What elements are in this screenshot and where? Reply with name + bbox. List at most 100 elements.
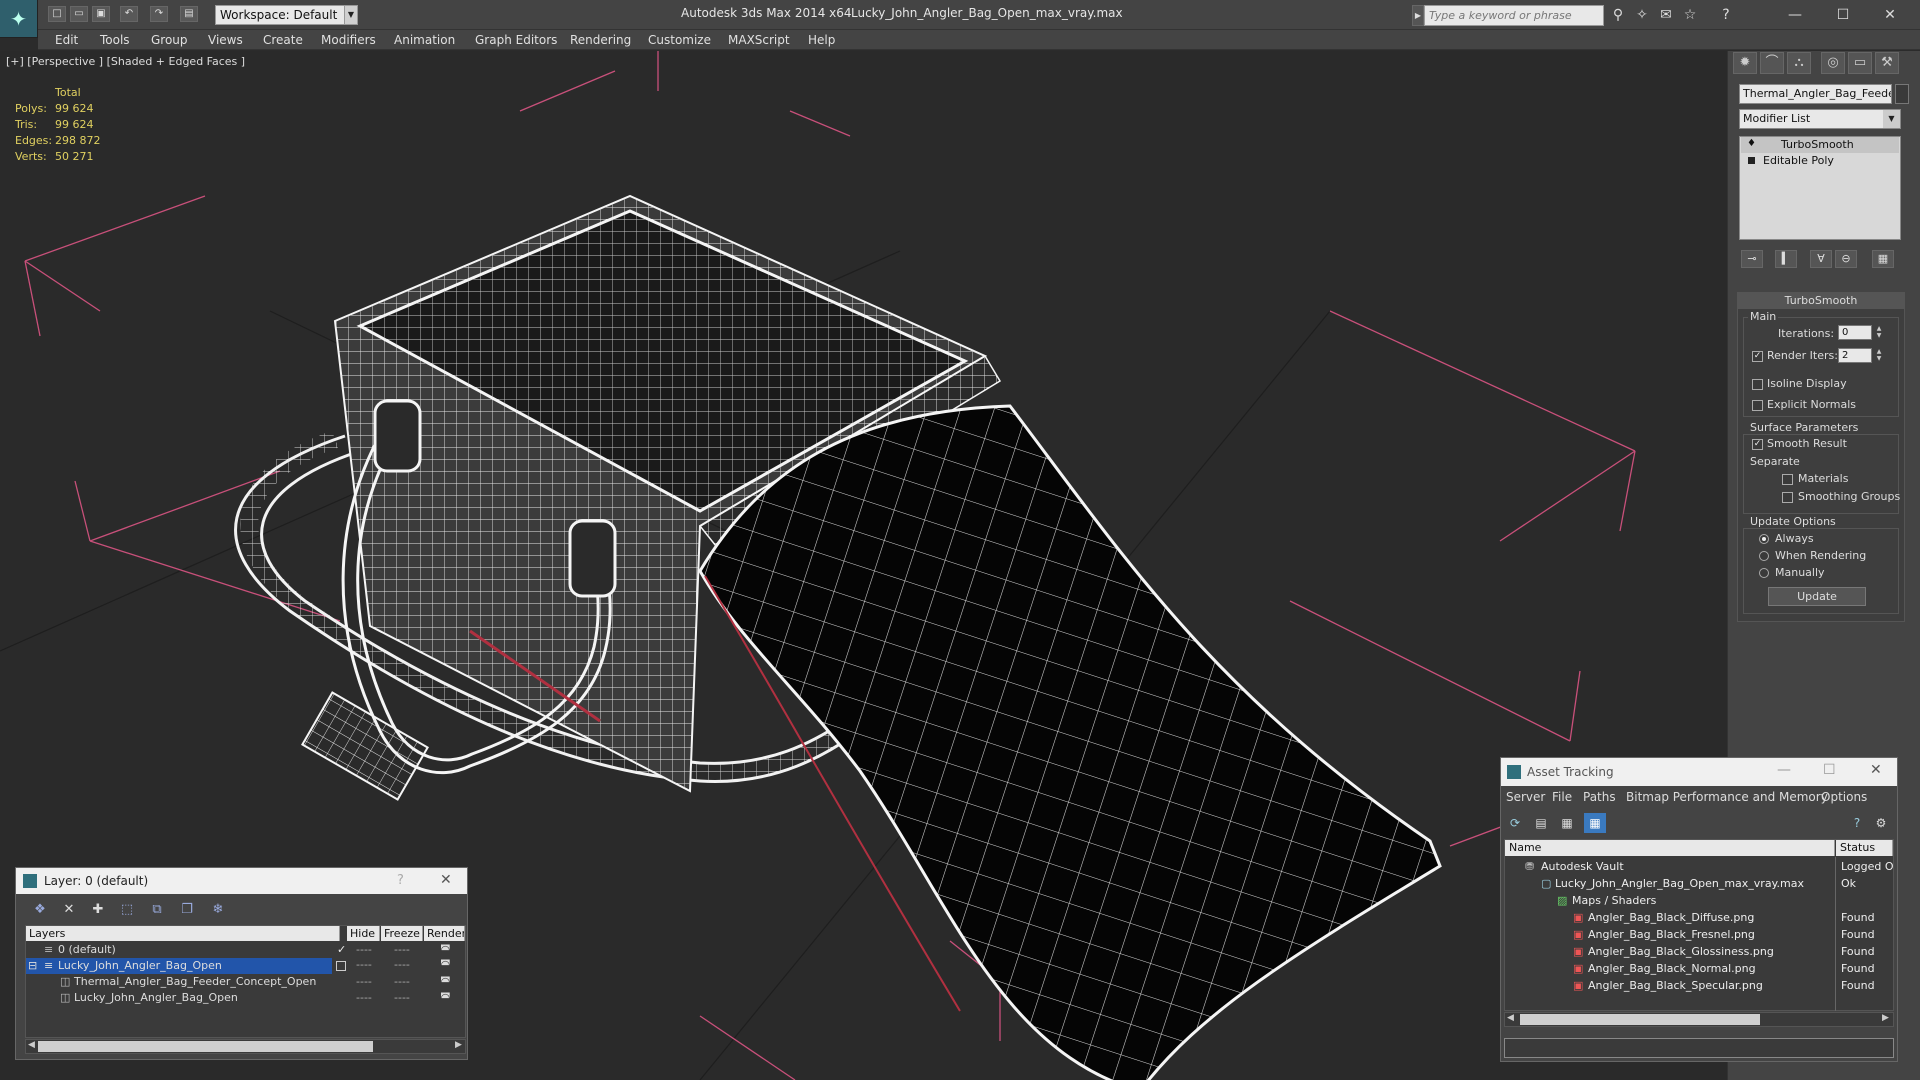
iterations-spinner-arrows-icon[interactable]: ▲ ▼ xyxy=(1875,325,1883,340)
asset-settings-icon[interactable]: ⚙ xyxy=(1870,813,1892,833)
open-file-icon[interactable]: ▭ xyxy=(70,6,88,22)
hide-all-layers-icon[interactable]: ❐ xyxy=(175,900,199,920)
communication-icon[interactable]: ✉ xyxy=(1656,6,1676,24)
favorites-star-icon[interactable]: ☆ xyxy=(1680,6,1700,24)
layer-dialog-close-icon[interactable]: ✕ xyxy=(440,872,456,888)
smoothing-groups-checkbox[interactable] xyxy=(1782,492,1793,503)
menu-modifiers[interactable]: Modifiers xyxy=(321,31,376,49)
asset-menu-paths[interactable]: Paths xyxy=(1583,789,1616,805)
scroll-left-icon[interactable]: ◀ xyxy=(1507,1013,1514,1023)
expand-icon[interactable] xyxy=(1748,157,1755,164)
list-view-icon[interactable]: ▤ xyxy=(1530,813,1552,833)
asset-menu-server[interactable]: Server xyxy=(1506,789,1545,805)
materials-checkbox[interactable] xyxy=(1782,474,1793,485)
column-freeze[interactable]: Freeze xyxy=(381,926,423,941)
motion-tab-icon[interactable]: ◎ xyxy=(1821,52,1845,74)
iterations-spinner[interactable]: 0 xyxy=(1838,325,1872,340)
render-iters-spinner-arrows-icon[interactable]: ▲ ▼ xyxy=(1875,348,1883,363)
maximize-icon[interactable]: ☐ xyxy=(1823,4,1863,26)
menu-edit[interactable]: Edit xyxy=(55,31,78,49)
delete-layer-icon[interactable]: ✕ xyxy=(57,900,81,920)
subscription-icon[interactable]: ✧ xyxy=(1632,6,1652,24)
lightbulb-icon[interactable]: ♦ xyxy=(1747,138,1757,150)
show-end-result-icon[interactable]: ▍ xyxy=(1775,250,1797,268)
select-in-layer-icon[interactable]: ⬚ xyxy=(115,900,139,920)
asset-scroll-thumb[interactable] xyxy=(1520,1014,1760,1025)
asset-menu-bitmap-performance[interactable]: Bitmap Performance and Memory xyxy=(1626,789,1828,805)
render-teapot-icon[interactable]: ◚ xyxy=(440,990,451,1006)
table-row[interactable]: ≡ 0 (default) ✓ ---- ---- ◚ xyxy=(26,942,465,958)
menu-graph-editors[interactable]: Graph Editors xyxy=(475,31,557,49)
asset-path-field[interactable] xyxy=(1504,1038,1894,1058)
smooth-result-checkbox[interactable]: ✓ xyxy=(1752,439,1763,450)
search-input[interactable]: Type a keyword or phrase xyxy=(1424,5,1604,26)
hierarchy-tab-icon[interactable]: ⛬ xyxy=(1787,52,1811,74)
stack-item-editable-poly[interactable]: Editable Poly xyxy=(1741,153,1899,169)
freeze-toggle[interactable]: ---- xyxy=(394,990,410,1006)
object-name-field[interactable]: Thermal_Angler_Bag_Feeder_Concept_Open xyxy=(1739,84,1892,104)
save-file-icon[interactable]: ▣ xyxy=(92,6,110,22)
column-hide[interactable]: Hide xyxy=(347,926,380,941)
isoline-display-checkbox[interactable] xyxy=(1752,379,1763,390)
stack-item-turbosmooth[interactable]: TurboSmooth xyxy=(1741,137,1899,153)
freeze-toggle[interactable]: ---- xyxy=(394,974,410,990)
menu-rendering[interactable]: Rendering xyxy=(570,31,631,49)
column-layers[interactable]: Layers xyxy=(26,926,340,941)
new-layer-icon[interactable]: ❖ xyxy=(28,900,52,920)
modifier-list-dropdown-icon[interactable]: ▼ xyxy=(1883,110,1900,128)
table-row[interactable]: ◫ Thermal_Angler_Bag_Feeder_Concept_Open… xyxy=(26,974,465,990)
modify-tab-icon[interactable]: ⌒ xyxy=(1760,52,1784,74)
add-to-layer-icon[interactable]: ✚ xyxy=(86,900,110,920)
asset-menu-options[interactable]: Options xyxy=(1821,789,1867,805)
modifier-list-dropdown[interactable]: Modifier List xyxy=(1739,109,1901,129)
menu-maxscript[interactable]: MAXScript xyxy=(728,31,790,49)
object-color-swatch[interactable] xyxy=(1895,84,1909,104)
scroll-right-icon[interactable]: ▶ xyxy=(455,1040,462,1050)
app-logo-icon[interactable]: ✦ xyxy=(0,0,38,38)
menu-help[interactable]: Help xyxy=(808,31,835,49)
render-iters-checkbox[interactable]: ✓ xyxy=(1752,351,1763,362)
highlight-layer-icon[interactable]: ⧉ xyxy=(145,900,169,920)
freeze-toggle[interactable]: ---- xyxy=(394,942,410,958)
set-current-layer-box[interactable] xyxy=(336,961,346,971)
hide-toggle[interactable]: ---- xyxy=(356,974,372,990)
viewport-label[interactable]: [+] [Perspective ] [Shaded + Edged Faces… xyxy=(6,55,245,68)
menu-group[interactable]: Group xyxy=(151,31,188,49)
render-teapot-icon[interactable]: ◚ xyxy=(440,974,451,990)
table-row[interactable]: ◫ Lucky_John_Angler_Bag_Open ---- ---- ◚ xyxy=(26,990,465,1006)
hide-toggle[interactable]: ---- xyxy=(356,942,372,958)
remove-modifier-icon[interactable]: ⊖ xyxy=(1835,250,1857,268)
minimize-icon[interactable]: — xyxy=(1775,4,1815,26)
binoculars-icon[interactable]: ⚲ xyxy=(1608,6,1628,24)
thumbnail-view-icon[interactable]: ▦ xyxy=(1556,813,1578,833)
help-icon[interactable]: ? xyxy=(1716,6,1736,24)
layer-dialog-help-icon[interactable]: ? xyxy=(397,873,413,889)
hide-toggle[interactable]: ---- xyxy=(356,958,372,971)
when-rendering-radio[interactable] xyxy=(1759,551,1769,561)
table-view-icon[interactable]: ▦ xyxy=(1584,813,1606,833)
render-iters-spinner[interactable]: 2 xyxy=(1838,348,1872,363)
explicit-normals-checkbox[interactable] xyxy=(1752,400,1763,411)
close-icon[interactable]: ✕ xyxy=(1870,4,1910,26)
asset-maximize-icon[interactable]: ☐ xyxy=(1823,762,1836,778)
update-button[interactable]: Update xyxy=(1768,587,1866,606)
asset-tracking-title[interactable]: Asset Tracking xyxy=(1501,758,1897,786)
menu-customize[interactable]: Customize xyxy=(648,31,711,49)
search-expand-icon[interactable]: ▶ xyxy=(1412,5,1424,26)
configure-sets-icon[interactable]: ▦ xyxy=(1872,250,1894,268)
column-status[interactable]: Status xyxy=(1836,840,1893,856)
undo-icon[interactable]: ↶ xyxy=(120,6,138,22)
asset-minimize-icon[interactable]: — xyxy=(1777,762,1791,778)
asset-close-icon[interactable]: ✕ xyxy=(1870,762,1882,778)
column-render[interactable]: Render xyxy=(424,926,465,941)
workspace-select[interactable]: Workspace: Default xyxy=(215,5,345,25)
create-tab-icon[interactable]: ✹ xyxy=(1733,52,1757,74)
render-teapot-icon[interactable]: ◚ xyxy=(440,942,451,958)
workspace-dropdown-icon[interactable]: ▼ xyxy=(344,5,358,25)
column-name[interactable]: Name xyxy=(1505,840,1835,856)
hold-icon[interactable]: ▤ xyxy=(180,6,198,22)
manually-radio[interactable] xyxy=(1759,568,1769,578)
hide-toggle[interactable]: ---- xyxy=(356,990,372,1006)
scroll-left-icon[interactable]: ◀ xyxy=(28,1040,35,1050)
menu-animation[interactable]: Animation xyxy=(394,31,455,49)
